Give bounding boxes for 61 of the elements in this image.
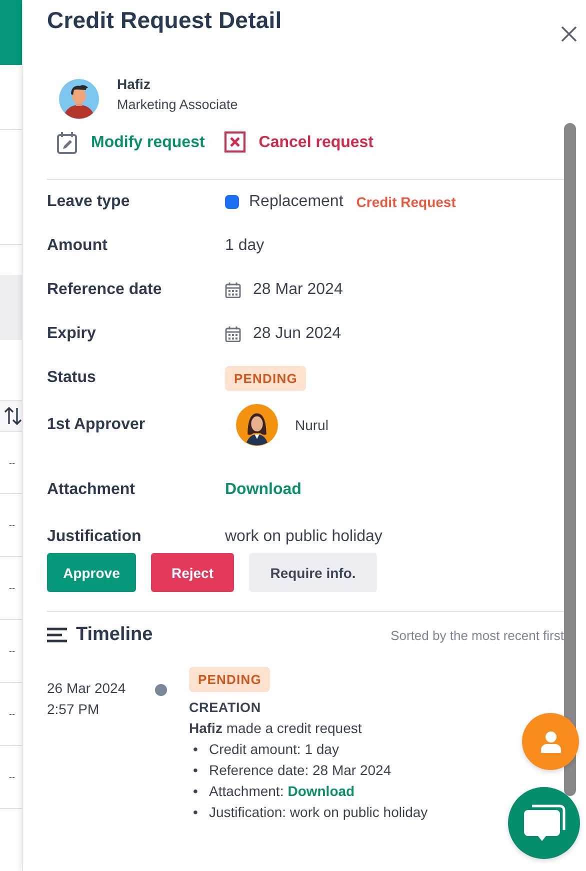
entry-time: 2:57 PM (47, 700, 100, 719)
detail-item: Justification: work on public holiday (209, 803, 428, 822)
entry-date: 26 Mar 2024 (47, 679, 127, 698)
request-type-label: Credit Request (356, 194, 456, 210)
cell-text: -- (9, 646, 15, 656)
avatar-icon (236, 404, 278, 446)
cancel-request-link[interactable]: Cancel request (222, 131, 374, 155)
require-info-button[interactable]: Require info. (249, 553, 377, 592)
field-label: Attachment (47, 481, 136, 499)
detail-item: Reference date: 28 Mar 2024 (209, 761, 392, 780)
detail-item: Attachment: (209, 782, 284, 801)
drawer-title: Credit Request Detail (47, 7, 282, 34)
requester-role: Marketing Associate (117, 97, 238, 112)
field-value: 28 Mar 2024 (253, 281, 343, 299)
calendar-icon (225, 326, 241, 342)
calendar-icon (225, 282, 241, 298)
scrollbar[interactable] (564, 123, 576, 796)
cell-text: -- (9, 458, 15, 468)
field-value: 1 day (225, 237, 264, 255)
bullet-mark: • (193, 740, 199, 759)
timeline-title: Timeline (76, 624, 153, 646)
event-type: CREATION (189, 700, 262, 715)
header-bar (0, 0, 22, 65)
cell-text: -- (9, 583, 15, 593)
cancel-icon (222, 131, 247, 155)
field-label: Amount (47, 237, 108, 255)
field-label: Expiry (47, 325, 97, 343)
status-badge: PENDING (225, 366, 306, 390)
event-summary: Hafiz made a credit request (189, 720, 363, 736)
field-label: Justification (47, 528, 142, 546)
status-badge: PENDING (189, 666, 270, 692)
avatar-icon (59, 79, 99, 119)
field-value: Replacement (249, 193, 344, 211)
bullet-mark: • (193, 782, 199, 801)
modify-request-link[interactable]: Modify request (55, 131, 205, 155)
download-link[interactable]: Download (288, 781, 355, 802)
approver-name: Nurul (295, 417, 328, 433)
detail-item: Credit amount: 1 day (209, 740, 339, 759)
bullet-mark: • (193, 761, 199, 780)
field-label: Reference date (47, 281, 163, 299)
field-label: Leave type (47, 193, 131, 211)
field-value: 28 Jun 2024 (253, 325, 342, 343)
approve-button[interactable]: Approve (47, 553, 136, 592)
cell-text: -- (9, 520, 15, 530)
bullet-mark: • (193, 803, 199, 822)
sort-note: Sorted by the most recent first (390, 628, 564, 642)
reject-button[interactable]: Reject (151, 553, 234, 592)
chat-bubble-icon (522, 803, 566, 843)
sort-icon[interactable] (4, 406, 22, 426)
person-icon (540, 730, 560, 752)
calendar-edit-icon (55, 131, 79, 155)
menu-icon (47, 627, 67, 643)
close-icon[interactable] (560, 25, 578, 43)
requester-name: Hafiz (117, 76, 152, 92)
cell-text: -- (9, 772, 15, 782)
download-link[interactable]: Download (225, 481, 302, 499)
cell-text: -- (9, 709, 15, 719)
field-label: Status (47, 369, 97, 387)
field-value: work on public holiday (225, 528, 382, 546)
timeline-dot (155, 684, 167, 696)
field-label: 1st Approver (47, 416, 146, 434)
